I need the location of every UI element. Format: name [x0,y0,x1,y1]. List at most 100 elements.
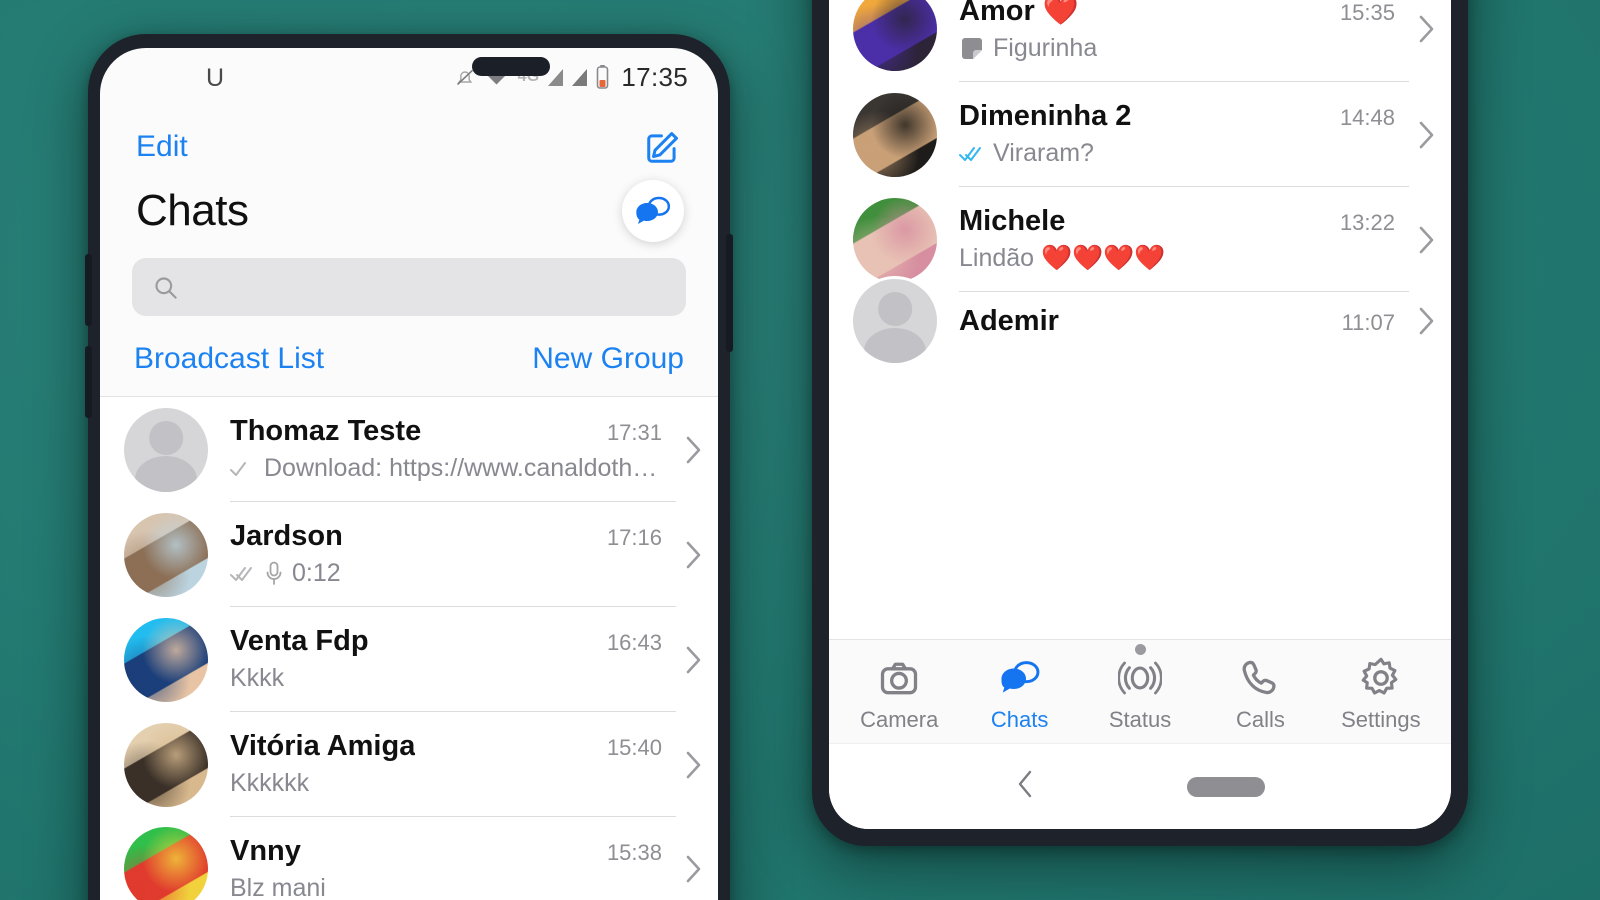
tab-settings[interactable]: Settings [1321,656,1441,733]
right-phone-screen: Jardson17:160:12Venta Fdp16:43KkkkVitóri… [829,0,1451,829]
chat-preview-text: Lindão ❤️❤️❤️❤️ [959,244,1166,272]
sticker-icon [962,37,982,59]
chevron-right-icon [686,436,701,463]
row-chevron[interactable] [1409,224,1451,256]
gear-icon [1361,657,1398,695]
chat-list-item[interactable]: Jardson 17:16 0:12 [100,502,718,607]
left-phone-screen: U 4G 17:35 Edit Chats Broadcast List New… [100,48,718,900]
home-gesture-pill[interactable] [1187,776,1265,797]
chat-row-body: Michele 13:22 Lindão ❤️❤️❤️❤️ [959,187,1409,292]
microphone-icon [266,561,282,585]
avatar[interactable] [124,722,208,807]
avatar[interactable] [853,92,937,177]
edit-button[interactable]: Edit [136,130,188,164]
volume-down-key[interactable] [85,346,92,418]
tab-label: Settings [1341,707,1421,732]
power-key[interactable] [726,234,733,352]
status-icon [1118,661,1163,695]
chat-timestamp: 14:48 [1339,105,1395,130]
chat-list-item[interactable]: Amor ❤️ 15:35 Figurinha [829,0,1451,82]
broadcast-newgroup-row: Broadcast List New Group [100,316,718,397]
chat-list-item[interactable]: Vitória Amiga 15:40 Kkkkkk [100,712,718,817]
row-chevron[interactable] [676,853,718,885]
chat-list-item[interactable]: Venta Fdp 16:43 Kkkk [100,607,718,712]
back-button[interactable] [1015,767,1037,806]
chat-row-preview-line: 0:12 [230,559,676,588]
chevron-right-icon [686,541,701,568]
chat-list-item[interactable]: Michele 13:22 Lindão ❤️❤️❤️❤️ [829,187,1451,292]
mute-bell-icon [456,69,473,86]
chat-timestamp: 17:16 [606,525,662,550]
compose-icon[interactable] [644,128,682,166]
avatar[interactable] [853,197,937,282]
chat-preview-text: Download: https://www.canaldothomaz.... [264,454,662,482]
row-chevron[interactable] [1409,119,1451,151]
avatar-placeholder-body [863,327,927,363]
row-chevron[interactable] [1409,13,1451,45]
chat-list: Thomaz Teste 17:31 Download: https://www.c… [100,397,718,900]
right-phone-device: Jardson17:160:12Venta Fdp16:43KkkkVitóri… [812,0,1468,846]
row-chevron[interactable] [676,749,718,781]
chat-timestamp: 15:35 [1339,0,1395,25]
row-chevron[interactable] [1409,305,1451,337]
tab-chats[interactable]: Chats [959,656,1079,733]
left-phone-device: U 4G 17:35 Edit Chats Broadcast List New… [85,34,733,900]
chat-preview-text: Figurinha [993,34,1098,62]
battery-icon [597,65,609,89]
row-chevron[interactable] [676,434,718,466]
avatar[interactable] [853,279,937,363]
chat-row-top-line: Vnny 15:38 [230,835,676,868]
chat-timestamp: 15:38 [606,840,662,865]
status-bar-clock: 17:35 [621,61,688,92]
camera-notch-pill [472,57,550,76]
chat-name: Dimeninha 2 [959,100,1132,132]
chat-row-body: Venta Fdp 16:43 Kkkk [230,607,676,712]
status-unread-dot [1135,644,1147,655]
new-group-button[interactable]: New Group [532,342,684,376]
chat-row-top-line: Venta Fdp 16:43 [230,625,676,658]
search-icon [155,276,177,299]
avatar-photo-overlay [124,617,208,702]
tab-camera[interactable]: Camera [839,656,959,733]
chat-list-item[interactable]: Ademir 11:07 [829,279,1451,363]
chat-timestamp: 16:43 [606,630,662,655]
tab-label: Calls [1235,707,1285,732]
avatar[interactable] [124,407,208,492]
chat-list-item[interactable]: Thomaz Teste 17:31 Download: https://www.c… [100,397,718,502]
chat-row-body: Vitória Amiga 15:40 Kkkkkk [230,712,676,817]
chat-name: Vnny [230,835,301,867]
tab-calls[interactable]: Calls [1200,656,1320,733]
camera-icon [881,662,918,695]
new-chat-fab[interactable] [622,180,684,242]
chat-list-item[interactable]: Vnny 15:38 Blz mani [100,817,718,900]
chat-row-body: Dimeninha 2 14:48 Viraram? [959,82,1409,187]
avatar[interactable] [124,827,208,900]
search-input[interactable] [191,272,666,302]
chat-row-body: Thomaz Teste 17:31 Download: https://www.c… [230,397,676,502]
avatar-photo-overlay [853,197,937,282]
avatar[interactable] [853,0,937,71]
tab-label: Status [1108,707,1172,732]
status-bar: U 4G 17:35 [100,48,718,106]
search-box[interactable] [132,258,686,316]
chat-name: Michele [959,205,1066,237]
chat-name: Venta Fdp [230,625,369,657]
signal-icon-sim1 [548,68,564,86]
top-nav-row: Edit [100,106,718,166]
delivered-receipt-icon [230,566,252,581]
volume-up-key[interactable] [85,254,92,326]
avatar[interactable] [124,617,208,702]
row-chevron[interactable] [676,644,718,676]
broadcast-list-button[interactable]: Broadcast List [134,342,324,376]
chat-name: Jardson [230,520,343,552]
chevron-right-icon [1419,121,1434,148]
chat-list-item[interactable]: Dimeninha 2 14:48 Viraram? [829,82,1451,187]
tab-status[interactable]: Status [1080,644,1200,733]
chat-name: Amor ❤️ [959,0,1079,27]
chat-preview-text: 0:12 [292,559,341,587]
chat-timestamp: 13:22 [1339,210,1395,235]
signal-icon-sim2 [572,68,588,86]
row-chevron[interactable] [676,539,718,571]
chevron-left-icon [1018,770,1032,798]
avatar[interactable] [124,512,208,597]
